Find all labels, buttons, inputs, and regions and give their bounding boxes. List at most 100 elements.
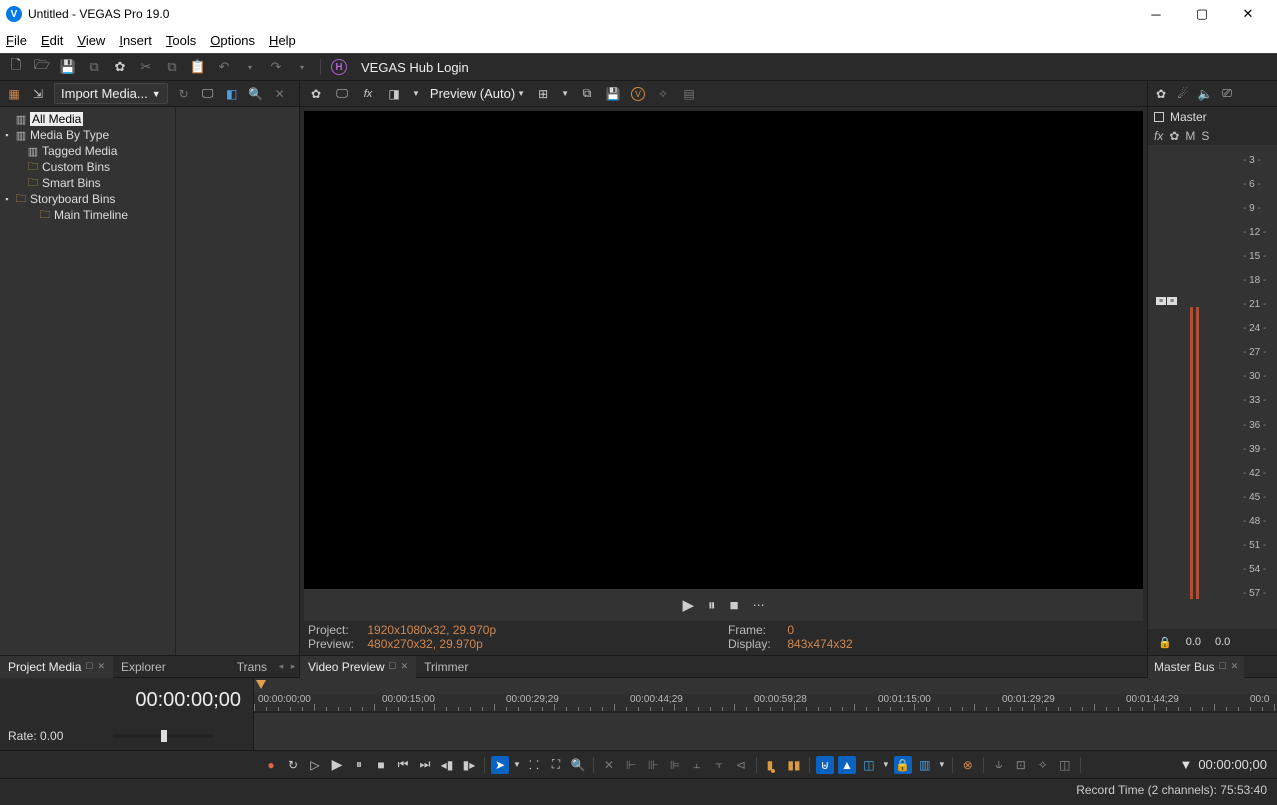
cut-icon[interactable]: ✂ xyxy=(138,59,154,75)
preview-quality-dropdown[interactable]: Preview (Auto) ▼ xyxy=(430,86,525,101)
master-automation-icon[interactable]: ✿ xyxy=(1169,129,1179,143)
timecode-display[interactable]: 00:00:00;00 xyxy=(0,678,253,722)
position-marker-icon[interactable]: ▼ xyxy=(1179,757,1192,772)
close-button[interactable]: ✕ xyxy=(1225,0,1271,28)
event-tool-4[interactable]: ⊫ xyxy=(666,756,684,774)
event-tool-3[interactable]: ⊪ xyxy=(644,756,662,774)
close-icon[interactable]: ✕ xyxy=(97,661,105,672)
sliders-icon[interactable]: ⎚ xyxy=(1220,87,1234,101)
render-as-icon[interactable]: ⧉ xyxy=(86,59,102,75)
expand-icon[interactable]: ▪ xyxy=(2,130,12,140)
hub-icon[interactable]: H xyxy=(331,59,347,75)
copy-icon[interactable]: ⧉ xyxy=(164,59,180,75)
stop-button[interactable]: ■ xyxy=(372,756,390,774)
tree-smart-bins[interactable]: 🗀 Smart Bins xyxy=(2,175,173,191)
timeline-track-area[interactable]: 00:00:00;0000:00:15;0000:00:29;2900:00:4… xyxy=(254,678,1277,750)
paste-icon[interactable]: 📋 xyxy=(190,59,206,75)
zoom-tool[interactable]: 🔍 xyxy=(569,756,587,774)
preview-properties-icon[interactable]: ✿ xyxy=(308,86,324,102)
tl-icon-a[interactable]: ⫝ xyxy=(990,756,1008,774)
rate-scrubber[interactable] xyxy=(113,734,213,738)
magnify-tool[interactable]: ⛶ xyxy=(547,756,565,774)
playhead-cursor[interactable] xyxy=(256,680,266,689)
search-icon[interactable]: 🔍 xyxy=(248,86,264,102)
minimize-button[interactable]: ─ xyxy=(1133,0,1179,28)
tree-storyboard-bins[interactable]: ▪🗀 Storyboard Bins xyxy=(2,191,173,207)
marker-tool-2[interactable]: ▮▮ xyxy=(785,756,803,774)
snap-toggle[interactable]: ⊎ xyxy=(816,756,834,774)
pause-button[interactable]: ⏸ xyxy=(350,756,368,774)
tab-project-media[interactable]: Project Media ☐ ✕ xyxy=(0,656,113,678)
menu-view[interactable]: View xyxy=(77,33,105,48)
fader-handles[interactable]: ≡≡ xyxy=(1156,297,1177,305)
pm-icon-2[interactable]: ⇲ xyxy=(30,86,46,102)
display-toggle-1[interactable]: ◫ xyxy=(860,756,878,774)
media-fx-icon[interactable]: ◧ xyxy=(224,86,240,102)
more-button[interactable]: ⋯ xyxy=(753,598,765,612)
next-frame-button[interactable]: ▮▸ xyxy=(460,756,478,774)
tool-dd[interactable]: ▼ xyxy=(513,760,521,769)
pm-icon-1[interactable]: ▦ xyxy=(6,86,22,102)
downmix-icon[interactable]: 🔈 xyxy=(1198,87,1212,101)
lock-envelopes[interactable]: 🔒 xyxy=(894,756,912,774)
undo-dd-icon[interactable]: ▾ xyxy=(242,59,258,75)
close-icon[interactable]: ✕ xyxy=(401,661,409,672)
close-tag-icon[interactable]: ✕ xyxy=(272,86,288,102)
tab-scroll-right[interactable]: ▸ xyxy=(287,661,299,672)
event-tool-2[interactable]: ⊩ xyxy=(622,756,640,774)
copy-snapshot-icon[interactable]: ⧉ xyxy=(579,86,595,102)
pin-icon[interactable]: ☐ xyxy=(389,661,397,672)
normal-edit-tool[interactable]: ➤ xyxy=(491,756,509,774)
marker-lane[interactable] xyxy=(254,678,1277,694)
master-mute-button[interactable]: M xyxy=(1185,129,1195,143)
undo-icon[interactable]: ↶ xyxy=(216,59,232,75)
master-solo-button[interactable]: S xyxy=(1201,129,1209,143)
scopes-icon[interactable]: ▤ xyxy=(681,86,697,102)
redo-dd-icon[interactable]: ▾ xyxy=(294,59,310,75)
split-screen-icon[interactable]: ◨ xyxy=(386,86,402,102)
prev-frame-button[interactable]: ◂▮ xyxy=(438,756,456,774)
dd[interactable]: ▼ xyxy=(938,760,946,769)
tab-explorer[interactable]: Explorer xyxy=(113,656,174,678)
event-tool-6[interactable]: ⫟ xyxy=(710,756,728,774)
tree-media-by-type[interactable]: ▪▥ Media By Type xyxy=(2,127,173,143)
dim-icon[interactable]: ☄ xyxy=(1176,87,1190,101)
auto-ripple[interactable]: ▥ xyxy=(916,756,934,774)
tree-all-media[interactable]: ▥ All Media xyxy=(2,111,173,127)
play-button[interactable]: ▶ xyxy=(682,596,694,614)
dd-icon[interactable]: ▼ xyxy=(561,89,569,98)
event-tool-5[interactable]: ⫠ xyxy=(688,756,706,774)
stop-button[interactable]: ■ xyxy=(730,597,739,614)
marker-tool-1[interactable]: ▮ xyxy=(763,756,781,774)
media-thumbnail-area[interactable] xyxy=(176,107,299,655)
pin-icon[interactable]: ☐ xyxy=(1219,661,1227,672)
gear-icon[interactable]: ✿ xyxy=(1154,87,1168,101)
tab-master-bus[interactable]: Master Bus ☐ ✕ xyxy=(1148,656,1244,678)
dd-icon[interactable]: ▼ xyxy=(412,89,420,98)
close-icon[interactable]: ✕ xyxy=(1231,661,1239,672)
tree-main-timeline[interactable]: 🗀 Main Timeline xyxy=(2,207,173,223)
redo-icon[interactable]: ↷ xyxy=(268,59,284,75)
capture-icon[interactable]: ↻ xyxy=(176,86,192,102)
import-media-button[interactable]: Import Media... ▼ xyxy=(54,83,168,104)
tl-icon-c[interactable]: ✧ xyxy=(1034,756,1052,774)
tl-icon-b[interactable]: ⊡ xyxy=(1012,756,1030,774)
pause-button[interactable]: ⏸ xyxy=(708,597,716,614)
quantize-toggle[interactable]: ▲ xyxy=(838,756,856,774)
time-ruler[interactable]: 00:00:00;0000:00:15;0000:00:29;2900:00:4… xyxy=(254,694,1277,712)
event-tool-1[interactable]: ✕ xyxy=(600,756,618,774)
external-monitor-icon[interactable]: 🖵 xyxy=(334,86,350,102)
tab-scroll-left[interactable]: ◂ xyxy=(275,661,287,672)
open-project-icon[interactable]: 🗁 xyxy=(34,59,50,75)
collapse-icon[interactable]: ▪ xyxy=(2,194,12,204)
menu-file[interactable]: File xyxy=(6,33,27,48)
save-project-icon[interactable]: 💾 xyxy=(60,59,76,75)
properties-icon[interactable]: ✿ xyxy=(112,59,128,75)
play-from-start-button[interactable]: ▷ xyxy=(306,756,324,774)
tab-trimmer[interactable]: Trimmer xyxy=(416,656,476,678)
ignore-grouping[interactable]: ⊗ xyxy=(959,756,977,774)
screen-icon[interactable]: 🖵 xyxy=(200,86,216,102)
save-snapshot-icon[interactable]: 💾 xyxy=(605,86,621,102)
adjust-icon[interactable]: ✧ xyxy=(655,86,671,102)
loop-button[interactable]: ↻ xyxy=(284,756,302,774)
